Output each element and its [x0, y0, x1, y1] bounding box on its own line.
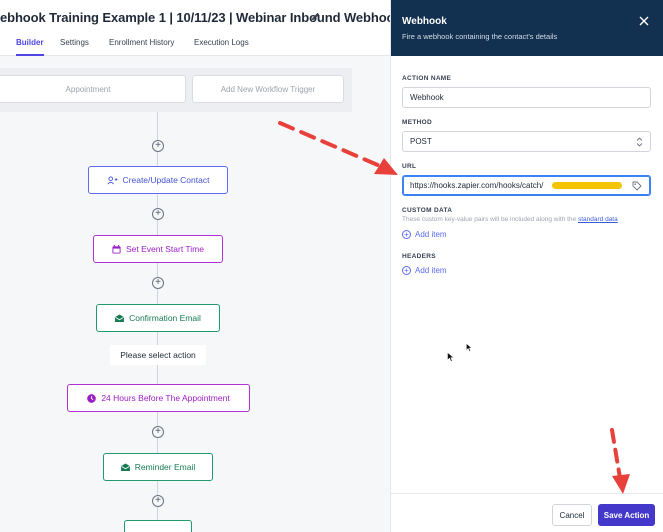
method-label: METHOD: [402, 119, 432, 126]
add-step-icon[interactable]: +: [152, 495, 164, 507]
cancel-button[interactable]: Cancel: [552, 504, 592, 526]
standard-data-link[interactable]: standard data: [578, 216, 618, 223]
trigger-appointment[interactable]: Appointment: [0, 75, 186, 103]
workflow-builder: ebhook Training Example 1 | 10/11/23 | W…: [0, 0, 390, 532]
workflow-title: ebhook Training Example 1 | 10/11/23 | W…: [0, 10, 390, 25]
tab-execution-logs[interactable]: Execution Logs: [194, 38, 249, 54]
action-next-step[interactable]: [124, 520, 192, 532]
add-workflow-trigger-button[interactable]: Add New Workflow Trigger: [192, 75, 344, 103]
action-name-value: Webhook: [410, 93, 444, 102]
plus-circle-icon: +: [402, 230, 411, 239]
panel-title: Webhook: [402, 16, 447, 27]
add-step-icon[interactable]: +: [152, 208, 164, 220]
node-label: Set Event Start Time: [126, 244, 204, 254]
clock-icon: [87, 393, 97, 403]
mouse-cursor-icon: [447, 352, 454, 362]
method-value: POST: [410, 137, 432, 146]
url-label: URL: [402, 163, 417, 170]
tab-settings[interactable]: Settings: [60, 38, 89, 54]
url-value: https://hooks.zapier.com/hooks/catch/: [410, 181, 544, 190]
mail-icon: [115, 314, 125, 322]
action-create-update-contact[interactable]: Create/Update Contact: [88, 166, 228, 194]
tab-builder[interactable]: Builder: [16, 38, 44, 56]
action-set-event-start-time[interactable]: Set Event Start Time: [93, 235, 223, 263]
calendar-icon: [112, 244, 121, 254]
action-reminder-email[interactable]: Reminder Email: [103, 453, 213, 481]
url-input[interactable]: https://hooks.zapier.com/hooks/catch/: [402, 175, 651, 196]
webhook-action-panel: Webhook Fire a webhook containing the co…: [390, 0, 663, 532]
close-icon[interactable]: [638, 15, 650, 27]
mouse-cursor-icon: [466, 343, 472, 352]
method-select[interactable]: POST: [402, 131, 651, 152]
node-label: Reminder Email: [134, 462, 196, 472]
workflow-header: ebhook Training Example 1 | 10/11/23 | W…: [0, 0, 390, 56]
mail-icon: [120, 463, 130, 471]
helper-text: These custom key-value pairs will be inc…: [402, 216, 577, 223]
add-step-icon[interactable]: +: [152, 426, 164, 438]
add-header-button[interactable]: + Add item: [402, 266, 447, 275]
node-label: Confirmation Email: [129, 313, 201, 323]
custom-data-helper: These custom key-value pairs will be inc…: [402, 216, 618, 223]
action-name-input[interactable]: Webhook: [402, 87, 651, 108]
add-item-label: Add item: [415, 230, 447, 239]
redaction-highlight: [552, 182, 622, 189]
pencil-icon[interactable]: [310, 11, 322, 23]
node-label: 24 Hours Before The Appointment: [101, 393, 230, 403]
trigger-strip: Appointment Add New Workflow Trigger: [0, 68, 352, 112]
add-item-label: Add item: [415, 266, 447, 275]
wait-24-hours-before[interactable]: 24 Hours Before The Appointment: [67, 384, 250, 412]
tab-enrollment-history[interactable]: Enrollment History: [109, 38, 174, 54]
headers-label: HEADERS: [402, 253, 436, 260]
plus-circle-icon: +: [402, 266, 411, 275]
save-action-button[interactable]: Save Action: [598, 504, 655, 526]
add-custom-data-button[interactable]: + Add item: [402, 230, 447, 239]
action-confirmation-email[interactable]: Confirmation Email: [96, 304, 220, 332]
panel-subtitle: Fire a webhook containing the contact's …: [402, 32, 558, 41]
select-action-placeholder[interactable]: Please select action: [110, 345, 206, 365]
add-step-icon[interactable]: +: [152, 277, 164, 289]
chevron-updown-icon: [636, 137, 643, 147]
node-label: Create/Update Contact: [122, 175, 210, 185]
action-name-label: ACTION NAME: [402, 75, 452, 82]
user-icon: [106, 175, 117, 184]
panel-footer: Cancel Save Action: [391, 493, 663, 532]
custom-data-label: CUSTOM DATA: [402, 207, 453, 214]
add-step-icon[interactable]: +: [152, 140, 164, 152]
tag-icon[interactable]: [632, 181, 642, 191]
panel-header: Webhook Fire a webhook containing the co…: [391, 0, 663, 56]
